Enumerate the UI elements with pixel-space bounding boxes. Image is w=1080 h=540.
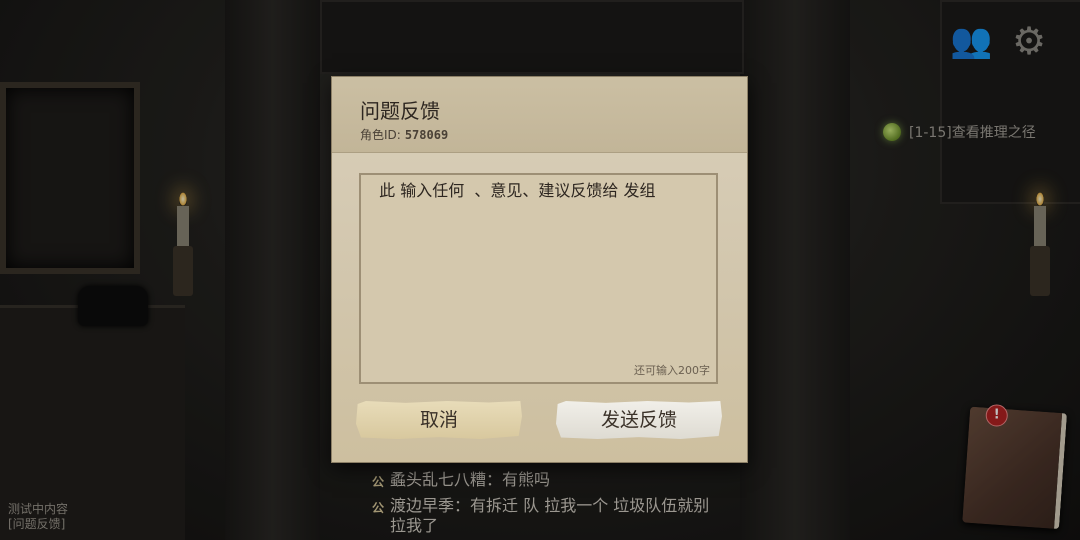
dialog-header: 问题反馈 角色ID: 578069 — [332, 77, 747, 153]
send-feedback-button[interactable]: 发送反馈 — [556, 401, 722, 439]
role-id-value: 578069 — [404, 128, 449, 142]
dialog-title: 问题反馈 — [360, 99, 440, 123]
feedback-dialog: 问题反馈 角色ID:578069 还可输入200字 取消 发送反馈 — [332, 77, 747, 462]
role-id-caption: 角色ID: — [360, 128, 401, 142]
feedback-input[interactable] — [361, 175, 716, 382]
cancel-button[interactable]: 取消 — [356, 401, 522, 439]
game-scene: 👥 ⚙ [1-15]查看推理之径 公 蟊头乱七八糟：有熊吗 公 渡边早季：有拆迁… — [0, 0, 1080, 540]
char-count: 还可输入200字 — [634, 364, 710, 377]
role-id-label: 角色ID: 578069 — [360, 126, 448, 143]
feedback-box: 还可输入200字 — [359, 173, 718, 384]
